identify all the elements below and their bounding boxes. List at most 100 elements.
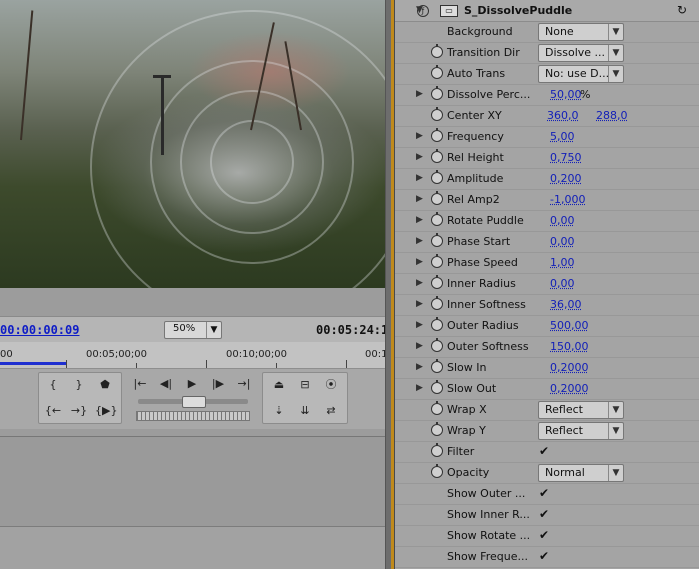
- stopwatch-icon[interactable]: [431, 401, 443, 415]
- param-value[interactable]: 0,2000: [550, 361, 589, 374]
- jog-slider[interactable]: [138, 396, 248, 408]
- effect-controls-panel: ▼ ƒ ▭ S_DissolvePuddle ↻ Background None ▼…: [395, 0, 699, 569]
- set-out-point-icon[interactable]: }: [69, 376, 89, 394]
- go-to-in-point-icon[interactable]: {←: [43, 402, 63, 420]
- step-back-icon[interactable]: ◀|: [156, 375, 176, 393]
- param-checkbox[interactable]: ✔: [539, 487, 551, 499]
- play-in-to-out-icon[interactable]: {▶}: [95, 402, 117, 420]
- param-value[interactable]: 0,00: [550, 214, 575, 227]
- param-value[interactable]: 0,750: [550, 151, 582, 164]
- stopwatch-icon[interactable]: [431, 149, 443, 163]
- param-dropdown[interactable]: None ▼: [538, 23, 624, 41]
- insert-icon[interactable]: ⇣: [269, 402, 289, 420]
- stopwatch-icon[interactable]: [431, 191, 443, 205]
- play-icon[interactable]: ▶: [182, 375, 202, 393]
- twirl-right-icon[interactable]: ▶: [416, 341, 423, 351]
- param-value[interactable]: 50,00: [550, 88, 582, 101]
- set-marker-icon[interactable]: ⬟: [95, 376, 115, 394]
- lift-icon[interactable]: ⏏: [269, 376, 289, 394]
- twirl-right-icon[interactable]: ▶: [416, 194, 423, 204]
- param-checkbox[interactable]: ✔: [539, 529, 551, 541]
- param-value[interactable]: 0,2000: [550, 382, 589, 395]
- param-value[interactable]: -1,000: [550, 193, 585, 206]
- stopwatch-icon[interactable]: [431, 296, 443, 310]
- zoom-level-select[interactable]: 50% ▼: [164, 321, 222, 339]
- ruler-label: 00: [0, 349, 13, 360]
- param-value[interactable]: 1,00: [550, 256, 575, 269]
- stopwatch-icon[interactable]: [431, 254, 443, 268]
- stopwatch-icon[interactable]: [431, 170, 443, 184]
- stopwatch-icon[interactable]: [431, 86, 443, 100]
- twirl-right-icon[interactable]: ▶: [416, 131, 423, 141]
- stopwatch-icon[interactable]: [431, 128, 443, 142]
- param-value-x[interactable]: 360,0: [547, 109, 579, 122]
- twirl-right-icon[interactable]: ▶: [416, 278, 423, 288]
- step-forward-to-end-icon[interactable]: →|: [234, 375, 254, 393]
- reset-icon[interactable]: ↻: [677, 3, 687, 17]
- stopwatch-icon[interactable]: [431, 338, 443, 352]
- param-value-y[interactable]: 288,0: [596, 109, 628, 122]
- stopwatch-icon[interactable]: [431, 380, 443, 394]
- param-name: Outer Softness: [447, 340, 529, 353]
- chevron-down-icon: ▼: [608, 45, 623, 61]
- lamp-post: [153, 75, 171, 78]
- param-value[interactable]: 500,00: [550, 319, 589, 332]
- twirl-right-icon[interactable]: ▶: [416, 152, 423, 162]
- twirl-right-icon[interactable]: ▶: [416, 383, 423, 393]
- video-preview-dissolve-puddle[interactable]: [0, 0, 385, 288]
- step-back-to-start-icon[interactable]: |←: [130, 375, 150, 393]
- twirl-right-icon[interactable]: ▶: [416, 236, 423, 246]
- stopwatch-icon[interactable]: [431, 233, 443, 247]
- output-icon[interactable]: ⦿: [321, 376, 341, 394]
- stopwatch-icon[interactable]: [431, 464, 443, 478]
- stopwatch-icon[interactable]: [431, 359, 443, 373]
- trim-monitor-icon[interactable]: ⇄: [321, 402, 341, 420]
- stopwatch-icon[interactable]: [431, 65, 443, 79]
- param-value[interactable]: 36,00: [550, 298, 582, 311]
- param-dropdown[interactable]: Reflect ▼: [538, 422, 624, 440]
- twirl-right-icon[interactable]: ▶: [416, 257, 423, 267]
- jog-slider-knob[interactable]: [182, 396, 206, 408]
- go-to-out-point-icon[interactable]: →}: [69, 402, 89, 420]
- stopwatch-icon[interactable]: [431, 107, 443, 121]
- shuttle-control[interactable]: [136, 411, 250, 421]
- stopwatch-icon[interactable]: [431, 212, 443, 226]
- param-row: Opacity Normal ▼: [395, 462, 699, 484]
- param-dropdown[interactable]: No: use D... ▼: [538, 65, 624, 83]
- param-name: Outer Radius: [447, 319, 519, 332]
- current-timecode[interactable]: 00:00:00:09: [0, 323, 79, 337]
- twirl-right-icon[interactable]: ▶: [416, 173, 423, 183]
- param-checkbox[interactable]: ✔: [539, 508, 551, 520]
- param-row: ▶ Rotate Puddle 0,00: [395, 210, 699, 232]
- twirl-right-icon[interactable]: ▶: [416, 215, 423, 225]
- stopwatch-icon[interactable]: [431, 422, 443, 436]
- param-name: Center XY: [447, 109, 502, 122]
- time-ruler[interactable]: 00 00:05;00;00 00:10;00;00 00:1: [0, 342, 385, 369]
- stopwatch-icon[interactable]: [431, 275, 443, 289]
- set-in-point-icon[interactable]: {: [43, 376, 63, 394]
- twirl-right-icon[interactable]: ▶: [416, 89, 423, 99]
- overlay-icon[interactable]: ⇊: [295, 402, 315, 420]
- param-value[interactable]: 5,00: [550, 130, 575, 143]
- twirl-right-icon[interactable]: ▶: [416, 320, 423, 330]
- stopwatch-icon[interactable]: [431, 44, 443, 58]
- stopwatch-icon[interactable]: [431, 317, 443, 331]
- param-checkbox[interactable]: ✔: [539, 445, 551, 457]
- stopwatch-icon[interactable]: [431, 443, 443, 457]
- work-area-bar[interactable]: [0, 362, 66, 365]
- param-value[interactable]: 0,00: [550, 235, 575, 248]
- param-dropdown[interactable]: Dissolve ... ▼: [538, 44, 624, 62]
- param-value[interactable]: 0,00: [550, 277, 575, 290]
- param-dropdown[interactable]: Reflect ▼: [538, 401, 624, 419]
- fx-toggle-icon[interactable]: ƒ: [417, 5, 429, 17]
- param-value[interactable]: 0,200: [550, 172, 582, 185]
- param-checkbox[interactable]: ✔: [539, 550, 551, 562]
- safe-margins-icon[interactable]: ⊟: [295, 376, 315, 394]
- twirl-right-icon[interactable]: ▶: [416, 362, 423, 372]
- param-name: Inner Softness: [447, 298, 526, 311]
- param-value[interactable]: 150,00: [550, 340, 589, 353]
- step-forward-icon[interactable]: |▶: [208, 375, 228, 393]
- param-row: ▶ Inner Radius 0,00: [395, 273, 699, 295]
- param-dropdown[interactable]: Normal ▼: [538, 464, 624, 482]
- twirl-right-icon[interactable]: ▶: [416, 299, 423, 309]
